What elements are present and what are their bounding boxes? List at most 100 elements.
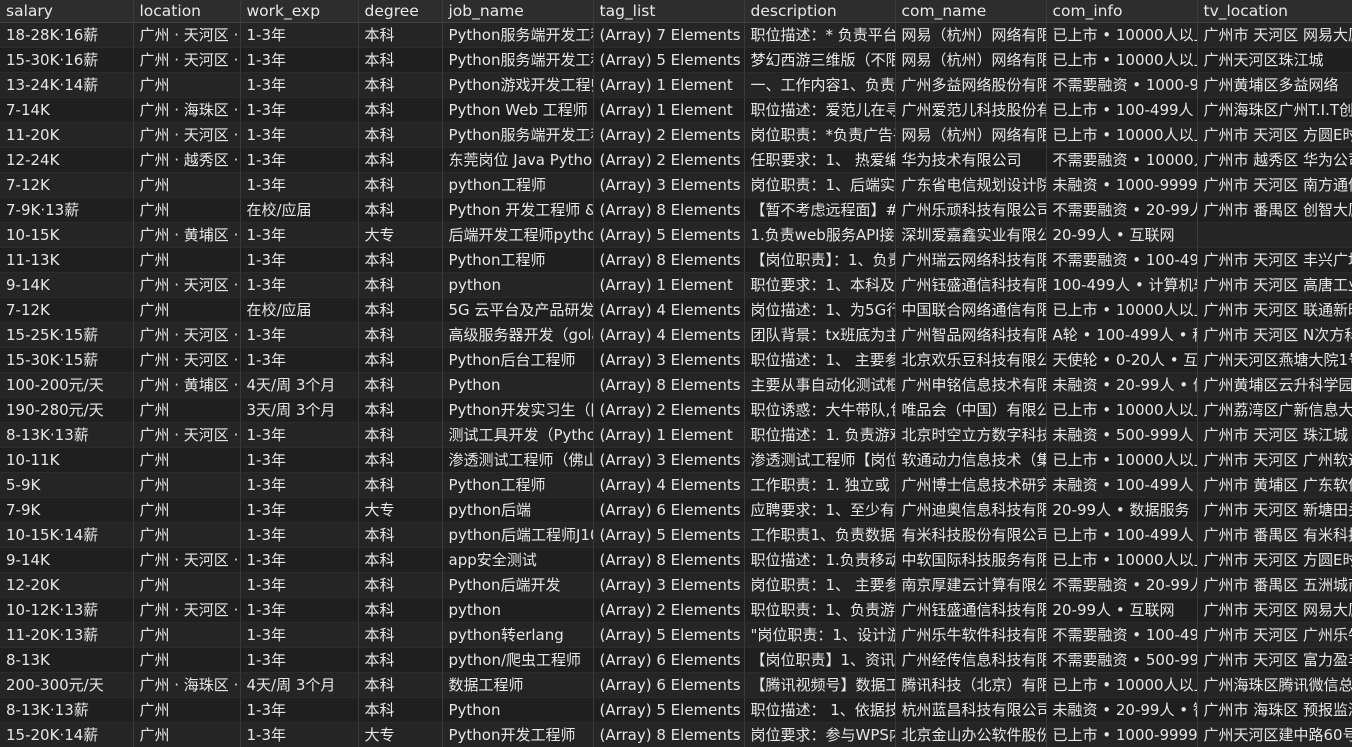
cell-job-name[interactable]: Python后端开发 — [442, 572, 594, 598]
cell-location[interactable]: 广州 — [133, 72, 241, 98]
cell-com-name[interactable]: 腾讯科技（北京）有限公司 — [895, 672, 1047, 698]
cell-job-name[interactable]: Python后台工程师 — [442, 347, 594, 373]
cell-tv-location[interactable]: 广州天河区燕塘大院1号 — [1197, 347, 1352, 373]
cell-tv-location[interactable]: 广州市 番禺区 有米科技 — [1197, 522, 1352, 548]
column-header-com-info[interactable]: com_info — [1046, 0, 1198, 23]
cell-job-name[interactable]: Python工程师 — [442, 472, 594, 498]
cell-tv-location[interactable]: 广州市 天河区 网易大厦 — [1197, 597, 1352, 623]
column-header-com-name[interactable]: com_name — [895, 0, 1047, 23]
cell-job-name[interactable]: Python开发实习生（网络） — [442, 397, 594, 423]
cell-tv-location[interactable]: 广州市 天河区 广州乐牛 — [1197, 622, 1352, 648]
cell-com-info[interactable]: 20-99人 • 互联网 — [1046, 222, 1198, 248]
cell-tv-location[interactable]: 广州市 海珠区 预报监测 — [1197, 697, 1352, 723]
cell-degree[interactable]: 本科 — [358, 397, 443, 423]
cell-salary[interactable]: 9-14K — [0, 272, 134, 298]
cell-tag-list[interactable]: (Array) 6 Elements — [593, 647, 745, 673]
cell-com-info[interactable]: 已上市 • 1000-9999人 — [1046, 722, 1198, 747]
cell-job-name[interactable]: 后端开发工程师python — [442, 222, 594, 248]
cell-location[interactable]: 广州 · 天河区 · 燕塘 — [133, 347, 241, 373]
cell-tag-list[interactable]: (Array) 5 Elements — [593, 47, 745, 73]
cell-location[interactable]: 广州 · 黄埔区 · 科学城 — [133, 372, 241, 398]
table-row[interactable]: 12-20K 广州 1-3年 本科 Python后端开发 (Array) 3 Elemen… — [0, 572, 1352, 598]
cell-tv-location[interactable]: 广州海珠区广州T.I.T创意园 — [1197, 97, 1352, 123]
cell-location[interactable]: 广州 — [133, 522, 241, 548]
cell-tag-list[interactable]: (Array) 2 Elements — [593, 147, 745, 173]
cell-description[interactable]: 职位描述：1、 主要参与 — [744, 347, 896, 373]
cell-degree[interactable]: 本科 — [358, 97, 443, 123]
cell-location[interactable]: 广州 — [133, 447, 241, 473]
cell-salary[interactable]: 10-15K — [0, 222, 134, 248]
cell-description[interactable]: 职位职责：1、负责游戏 — [744, 597, 896, 623]
cell-job-name[interactable]: python转erlang — [442, 622, 594, 648]
cell-degree[interactable]: 本科 — [358, 447, 443, 473]
cell-salary[interactable]: 15-25K·15薪 — [0, 322, 134, 348]
cell-com-info[interactable]: 100-499人 • 计算机软件 — [1046, 272, 1198, 298]
cell-work-exp[interactable]: 在校/应届 — [240, 297, 359, 323]
cell-tag-list[interactable]: (Array) 8 Elements — [593, 722, 745, 747]
cell-com-name[interactable]: 南京厚建云计算有限公司 — [895, 572, 1047, 598]
table-row[interactable]: 13-24K·14薪 广州 1-3年 本科 Python游戏开发工程师 (Array) 1… — [0, 72, 1352, 98]
cell-com-info[interactable]: 未融资 • 100-499人 • 软件 — [1046, 472, 1198, 498]
cell-description[interactable]: 主要从事自动化测试框架 — [744, 372, 896, 398]
cell-job-name[interactable]: python工程师 — [442, 172, 594, 198]
cell-degree[interactable]: 本科 — [358, 422, 443, 448]
cell-location[interactable]: 广州 — [133, 297, 241, 323]
cell-description[interactable]: 1.负责web服务API接口 — [744, 222, 896, 248]
cell-com-info[interactable]: 20-99人 • 数据服务 — [1046, 497, 1198, 523]
cell-work-exp[interactable]: 1-3年 — [240, 697, 359, 723]
cell-com-name[interactable]: 中国联合网络通信有限公司 — [895, 297, 1047, 323]
cell-com-name[interactable]: 中软国际科技服务有限公司 — [895, 547, 1047, 573]
cell-degree[interactable]: 本科 — [358, 347, 443, 373]
cell-tag-list[interactable]: (Array) 8 Elements — [593, 197, 745, 223]
cell-com-info[interactable]: 不需要融资 • 10000人以上 — [1046, 147, 1198, 173]
table-row[interactable]: 200-300元/天广州 · 海珠区 · 琶洲4天/周 3个月本科数据工程师(A… — [0, 672, 1352, 698]
cell-com-name[interactable]: 网易（杭州）网络有限公司 — [895, 122, 1047, 148]
cell-tv-location[interactable]: 广州黄埔区多益网络 — [1197, 72, 1352, 98]
cell-tv-location[interactable]: 广州市 天河区 N次方科技园 — [1197, 322, 1352, 348]
cell-com-name[interactable]: 北京时空立方数字科技有限公司 — [895, 422, 1047, 448]
cell-work-exp[interactable]: 1-3年 — [240, 72, 359, 98]
cell-description[interactable]: 岗位要求：参与WPS内容 — [744, 722, 896, 747]
cell-tv-location[interactable]: 广州市 天河区 富力盈丰 — [1197, 647, 1352, 673]
cell-com-info[interactable]: 未融资 • 1000-9999人 — [1046, 172, 1198, 198]
cell-com-info[interactable]: 不需要融资 • 20-99人 — [1046, 197, 1198, 223]
cell-degree[interactable]: 本科 — [358, 122, 443, 148]
cell-salary[interactable]: 8-13K — [0, 647, 134, 673]
table-row[interactable]: 10-15K广州 · 黄埔区 · 科学城1-3年大专后端开发工程师python(… — [0, 222, 1352, 248]
cell-tag-list[interactable]: (Array) 3 Elements — [593, 172, 745, 198]
cell-degree[interactable]: 本科 — [358, 47, 443, 73]
cell-com-info[interactable]: 已上市 • 10000人以上 — [1046, 397, 1198, 423]
cell-salary[interactable]: 7-12K — [0, 297, 134, 323]
table-row[interactable]: 5-9K 广州 1-3年 本科 Python工程师 (Array) 4 Elements 工… — [0, 472, 1352, 498]
cell-location[interactable]: 广州 — [133, 647, 241, 673]
cell-job-name[interactable]: 高级服务器开发（golang） — [442, 322, 594, 348]
cell-description[interactable]: 工作职责1、负责数据平台 — [744, 522, 896, 548]
cell-tv-location[interactable] — [1197, 222, 1352, 248]
table-row[interactable]: 8-13K 广州 1-3年 本科 python/爬虫工程师 (Array) 6 Eleme… — [0, 647, 1352, 673]
cell-job-name[interactable]: Python服务端开发工程师 — [442, 47, 594, 73]
cell-tv-location[interactable]: 广州海珠区腾讯微信总部 — [1197, 672, 1352, 698]
cell-tag-list[interactable]: (Array) 4 Elements — [593, 322, 745, 348]
cell-description[interactable]: 【岗位职责】：1、负责 — [744, 247, 896, 273]
cell-com-info[interactable]: 不需要融资 • 100-499人 — [1046, 622, 1198, 648]
cell-location[interactable]: 广州 · 天河区 · 珠江 — [133, 47, 241, 73]
column-header-salary[interactable]: salary — [0, 0, 134, 23]
cell-location[interactable]: 广州 · 海珠区 · 琶洲 — [133, 97, 241, 123]
cell-com-name[interactable]: 北京欢乐豆科技有限公司 — [895, 347, 1047, 373]
cell-description[interactable]: 工作职责：1. 独立或 — [744, 472, 896, 498]
cell-work-exp[interactable]: 1-3年 — [240, 97, 359, 123]
cell-work-exp[interactable]: 1-3年 — [240, 522, 359, 548]
column-header-job-name[interactable]: job_name — [442, 0, 594, 23]
cell-tv-location[interactable]: 广州市 番禺区 五洲城商务 — [1197, 572, 1352, 598]
cell-degree[interactable]: 本科 — [358, 672, 443, 698]
table-row[interactable]: 10-11K广州1-3年本科渗透测试工程师（佛山）(Array) 3 Eleme… — [0, 447, 1352, 473]
cell-work-exp[interactable]: 4天/周 3个月 — [240, 672, 359, 698]
cell-com-info[interactable]: 已上市 • 10000人以上 — [1046, 447, 1198, 473]
cell-com-info[interactable]: 已上市 • 10000人以上 — [1046, 122, 1198, 148]
cell-job-name[interactable]: Python — [442, 697, 594, 723]
cell-work-exp[interactable]: 1-3年 — [240, 172, 359, 198]
cell-degree[interactable]: 本科 — [358, 547, 443, 573]
cell-work-exp[interactable]: 1-3年 — [240, 147, 359, 173]
table-row[interactable]: 10-15K·14薪 广州 1-3年 本科 python后端工程师J10 (Array) … — [0, 522, 1352, 548]
cell-tag-list[interactable]: (Array) 5 Elements — [593, 622, 745, 648]
